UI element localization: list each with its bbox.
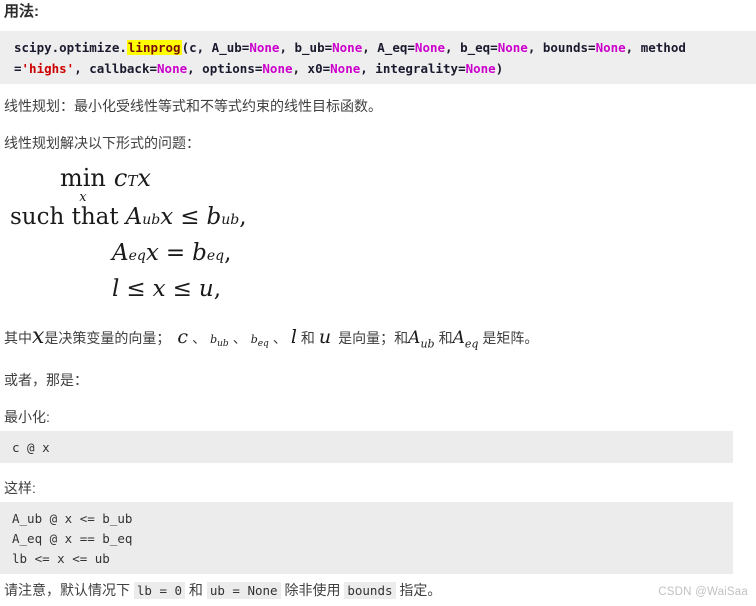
note-text-3: 除非使用 xyxy=(280,582,345,598)
signature-token-plain-4: , A_eq= xyxy=(362,40,415,55)
signature-token-none-9: None xyxy=(465,61,496,76)
watermark: CSDN @WaiSaa xyxy=(658,586,748,598)
signature-token-plain-10: , method xyxy=(625,40,686,55)
relation-leq: ≤ xyxy=(180,204,200,230)
signature-token-none-7: None xyxy=(497,40,528,55)
math-row-inequality: such that Aub x ≤ b ub, xyxy=(10,204,247,230)
lower-bound-l: l xyxy=(112,276,120,302)
paragraph-note: 请注意，默认情况下 lb = 0 和 ub = None 除非使用 bounds… xyxy=(4,580,441,601)
signature-token-none-3: None xyxy=(332,40,363,55)
inline-var-l: l xyxy=(290,326,297,348)
signature-token-plain-8: , bounds= xyxy=(527,40,596,55)
inline-code-lb: lb = 0 xyxy=(133,582,186,599)
vector-b-eq: b xyxy=(192,240,207,266)
inline-code-ub: ub = None xyxy=(206,582,281,599)
signature-token-none-9: None xyxy=(595,40,626,55)
label-minimize: 最小化: xyxy=(4,409,50,425)
inline-var-c: c xyxy=(177,326,189,348)
paragraph-intro: 线性规划：最小化受线性等式和不等式约束的线性目标函数。 xyxy=(4,98,382,114)
signature-token-plain-6: , b_eq= xyxy=(445,40,498,55)
signature-token-plain-0: = xyxy=(14,61,22,76)
paragraph-solves: 线性规划解决以下形式的问题： xyxy=(4,135,200,151)
inline-var-b-eq: beq xyxy=(250,333,269,350)
paragraph-where: 其中 x 是决策变量的向量； c、 bub、 beq、 l 和 u 是向量；和 Aub 和 Aeq 是矩阵… xyxy=(4,324,538,354)
math-row-bounds: l ≤ x ≤ u, xyxy=(112,276,222,302)
note-text-4: 指定。 xyxy=(395,582,442,598)
display-math-block: min x cTx such that Aub x ≤ b ub, Aeq x = b eq, … xyxy=(0,164,340,312)
signature-token-plain-2: , callback= xyxy=(74,61,158,76)
transpose-superscript: T xyxy=(127,172,138,190)
math-row-equality: Aeq x = b eq, xyxy=(112,240,232,266)
signature-token-str-1: 'highs' xyxy=(21,61,75,76)
paragraph-or-that-is: 或者，那是： xyxy=(4,372,88,388)
document-page: 用法: scipy.optimize.linprog(c, A_ub=None,… xyxy=(0,0,756,606)
signature-token-none-5: None xyxy=(414,40,446,55)
matrix-A-ub: A xyxy=(125,204,143,230)
signature-token-plain-4: , options= xyxy=(187,61,263,76)
note-text-1: 请注意，默认情况下 xyxy=(4,582,134,598)
signature-line-1: scipy.optimize.linprog(c, A_ub=None, b_u… xyxy=(14,37,756,58)
signature-token-none-1: None xyxy=(249,40,280,55)
inline-var-u: u xyxy=(318,326,332,348)
signature-token-plain-8: , integrality= xyxy=(360,61,466,76)
signature-params-line-2: ='highs', callback=None, options=None, x… xyxy=(14,61,503,76)
variable-x: x xyxy=(137,164,151,192)
function-signature-block: scipy.optimize.linprog(c, A_ub=None, b_u… xyxy=(0,31,756,84)
open-paren: ( xyxy=(181,40,190,55)
inline-var-x: x xyxy=(32,324,45,349)
label-such-that: 这样: xyxy=(4,480,36,496)
signature-token-plain-0: c, A_ub= xyxy=(189,40,250,55)
vector-b-ub: b xyxy=(206,204,222,230)
code-block-constraints: A_ub @ x <= b_ub A_eq @ x == b_eq lb <= … xyxy=(0,502,733,574)
inline-code-bounds: bounds xyxy=(344,582,396,599)
note-text-2: 和 xyxy=(185,582,207,598)
module-prefix: scipy.optimize. xyxy=(14,40,127,55)
signature-line-2: ='highs', callback=None, options=None, x… xyxy=(14,58,756,79)
code-block-objective: c @ x xyxy=(0,431,733,463)
signature-token-plain-10: ) xyxy=(495,61,504,76)
page-heading: 用法: xyxy=(4,3,39,20)
signature-token-none-5: None xyxy=(262,61,293,76)
signature-token-none-3: None xyxy=(157,61,188,76)
signature-token-plain-6: , x0= xyxy=(292,61,331,76)
min-operator: min x xyxy=(60,164,106,205)
function-name-highlight: linprog xyxy=(126,40,182,55)
math-row-objective: min x cTx xyxy=(0,164,340,204)
inline-var-b-ub: bub xyxy=(210,333,229,350)
such-that-label: such that xyxy=(10,204,119,230)
inline-matrix-A-ub: Aub xyxy=(408,328,435,351)
relation-eq: = xyxy=(165,240,186,266)
upper-bound-u: u xyxy=(198,276,214,302)
vector-c: c xyxy=(113,164,128,192)
matrix-A-eq: A xyxy=(112,240,129,266)
inline-matrix-A-eq: Aeq xyxy=(452,328,479,351)
signature-token-plain-2: , b_ub= xyxy=(279,40,333,55)
signature-token-none-7: None xyxy=(330,61,361,76)
signature-params-line-1: c, A_ub=None, b_ub=None, A_eq=None, b_eq… xyxy=(189,40,686,55)
